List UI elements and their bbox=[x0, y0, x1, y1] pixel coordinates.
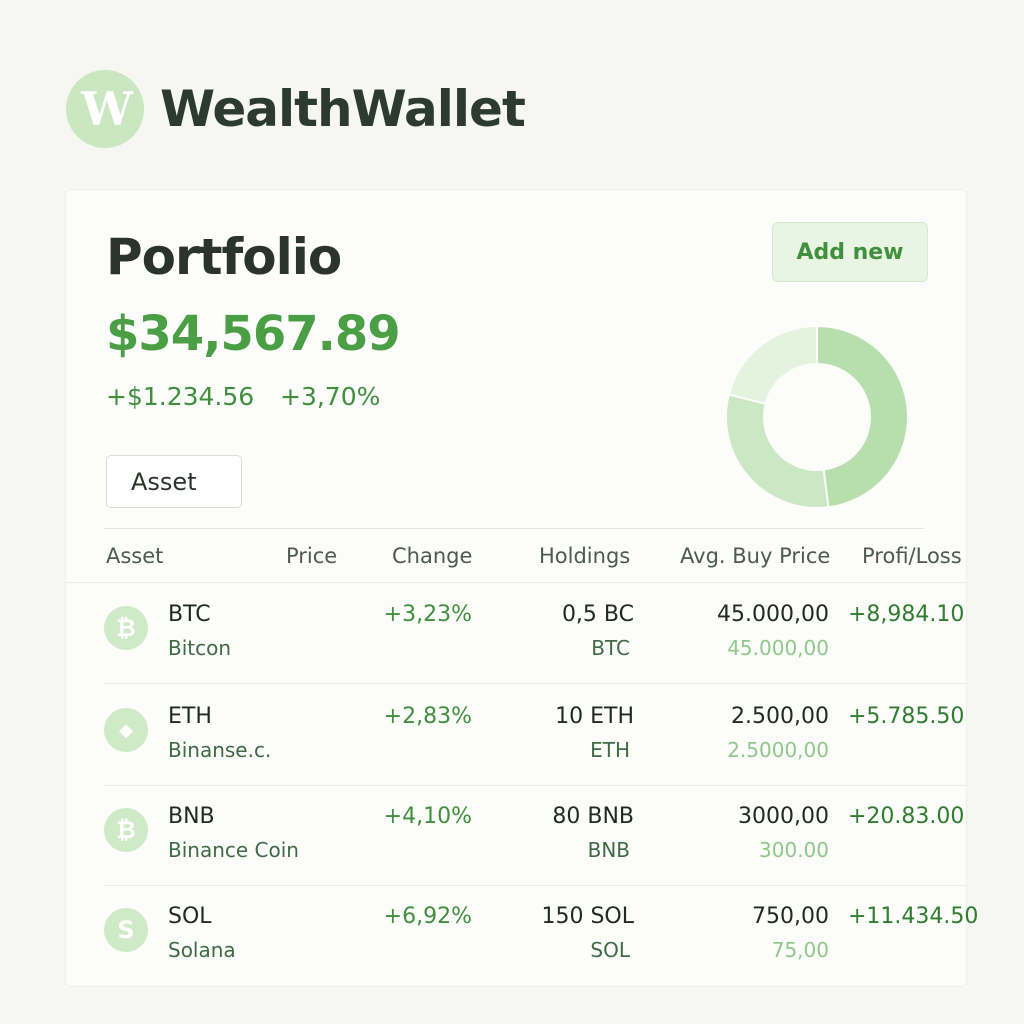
add-new-button[interactable]: Add new bbox=[772, 222, 928, 282]
asset-filter-button[interactable]: Asset bbox=[106, 455, 242, 508]
solana-icon: S bbox=[104, 908, 148, 952]
table-row[interactable]: ₿ BTC Bitcon +3,23% 0,5 BC BTC 45.000,00… bbox=[66, 584, 966, 684]
asset-profit-loss: +20.83.00 bbox=[848, 804, 965, 829]
bnb-icon: ₿ bbox=[104, 808, 148, 852]
asset-holdings-unit: ETH bbox=[590, 738, 630, 762]
table-row[interactable]: ₿ BNB Binance Coin +4,10% 80 BNB BNB 300… bbox=[66, 786, 966, 886]
asset-symbol: SOL bbox=[168, 904, 212, 929]
asset-change: +2,83% bbox=[383, 704, 472, 729]
asset-holdings: 10 ETH bbox=[555, 704, 634, 729]
asset-holdings-unit: BNB bbox=[587, 838, 630, 862]
header-holdings[interactable]: Holdings bbox=[539, 544, 630, 568]
header-change[interactable]: Change bbox=[392, 544, 472, 568]
header-price[interactable]: Price bbox=[286, 544, 337, 568]
asset-change: +6,92% bbox=[383, 904, 472, 929]
portfolio-change-percent: +3,70% bbox=[280, 382, 381, 411]
divider bbox=[104, 528, 924, 529]
asset-holdings-unit: SOL bbox=[590, 938, 630, 962]
portfolio-change-amount: +$1.234.56 bbox=[106, 382, 255, 411]
asset-change: +4,10% bbox=[383, 804, 472, 829]
asset-change: +3,23% bbox=[383, 602, 472, 627]
asset-holdings-unit: BTC bbox=[591, 636, 630, 660]
asset-name: Binanse.c. bbox=[168, 738, 272, 762]
app-name: WealthWallet bbox=[160, 80, 526, 138]
portfolio-card: Portfolio $34,567.89 +$1.234.56 +3,70% A… bbox=[66, 190, 978, 986]
brand-header: W WealthWallet bbox=[66, 70, 526, 148]
allocation-donut-chart bbox=[725, 324, 909, 509]
donut-segment-1 bbox=[816, 324, 909, 509]
asset-name: Solana bbox=[168, 938, 236, 962]
asset-holdings: 150 SOL bbox=[541, 904, 634, 929]
coin-glyph: ₿ bbox=[116, 613, 136, 642]
header-divider bbox=[66, 582, 966, 583]
header-asset[interactable]: Asset bbox=[106, 544, 163, 568]
row-divider bbox=[104, 683, 966, 684]
asset-name: Binance Coin bbox=[168, 838, 299, 862]
asset-profit-loss: +11.434.50 bbox=[848, 904, 979, 929]
header-avg-buy-price[interactable]: Avg. Buy Price bbox=[680, 544, 830, 568]
bitcoin-icon: ₿ bbox=[104, 606, 148, 650]
coin-glyph: S bbox=[117, 916, 135, 944]
asset-avg-buy: 750,00 bbox=[752, 904, 829, 929]
asset-holdings: 0,5 BC bbox=[561, 602, 634, 627]
asset-avg-buy-sub: 45.000,00 bbox=[727, 636, 829, 660]
asset-symbol: ETH bbox=[168, 704, 212, 729]
asset-name: Bitcon bbox=[168, 636, 232, 660]
page-title: Portfolio bbox=[106, 228, 342, 286]
donut-segment-3 bbox=[727, 324, 818, 406]
coin-glyph: ◆ bbox=[119, 719, 133, 741]
asset-avg-buy-sub: 75,00 bbox=[771, 938, 829, 962]
table-row[interactable]: ◆ ETH Binanse.c. +2,83% 10 ETH ETH 2.500… bbox=[66, 686, 966, 786]
donut-segment-2 bbox=[725, 393, 830, 509]
logo-letter: W bbox=[81, 82, 133, 136]
asset-holdings: 80 BNB bbox=[552, 804, 634, 829]
asset-avg-buy-sub: 300.00 bbox=[759, 838, 829, 862]
table-row[interactable]: S SOL Solana +6,92% 150 SOL SOL 750,00 7… bbox=[66, 886, 978, 986]
asset-avg-buy-sub: 2.5000,00 bbox=[727, 738, 829, 762]
portfolio-total: $34,567.89 bbox=[106, 306, 401, 362]
wealthwallet-logo-icon[interactable]: W bbox=[66, 70, 144, 148]
asset-avg-buy: 3000,00 bbox=[738, 804, 829, 829]
asset-avg-buy: 2.500,00 bbox=[731, 704, 829, 729]
asset-symbol: BTC bbox=[168, 602, 211, 627]
asset-profit-loss: +8,984.10 bbox=[848, 602, 965, 627]
table-header: Asset Price Change Holdings Avg. Buy Pri… bbox=[66, 540, 966, 582]
ethereum-icon: ◆ bbox=[104, 708, 148, 752]
asset-profit-loss: +5.785.50 bbox=[848, 704, 965, 729]
coin-glyph: ₿ bbox=[116, 815, 136, 844]
asset-symbol: BNB bbox=[168, 804, 215, 829]
asset-avg-buy: 45.000,00 bbox=[717, 602, 829, 627]
header-profit-loss[interactable]: Profi/Loss bbox=[862, 544, 962, 568]
